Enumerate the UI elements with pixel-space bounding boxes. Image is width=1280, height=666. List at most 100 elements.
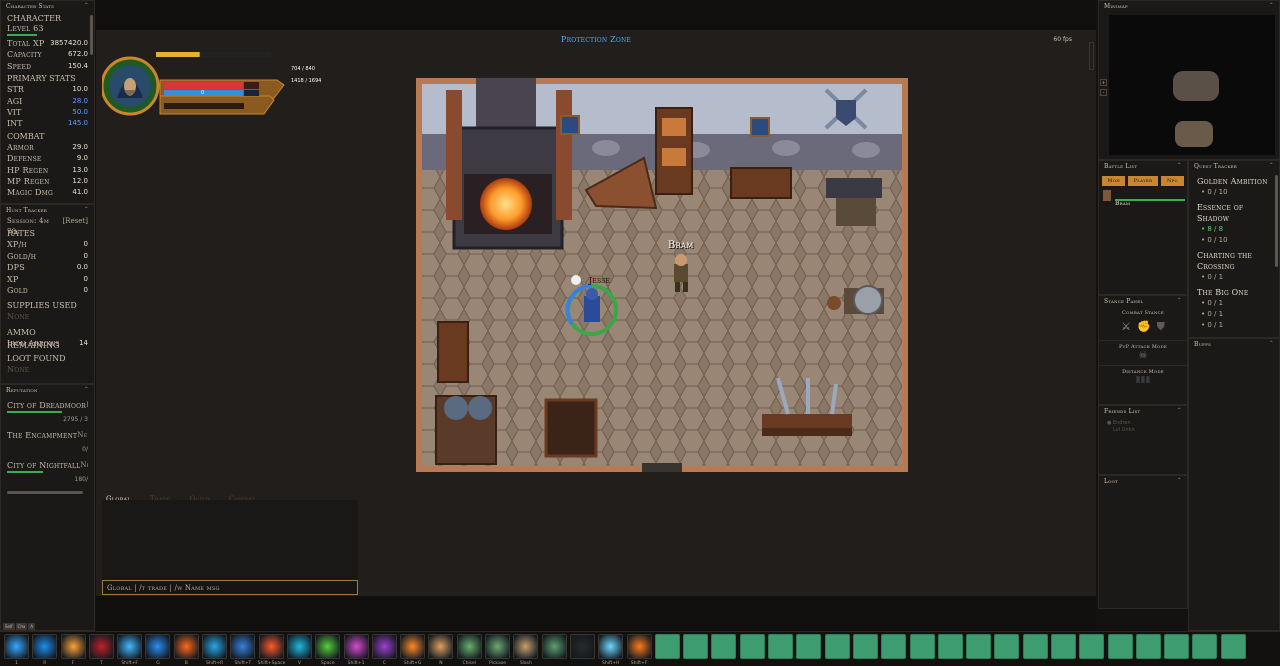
quest-list: Golden Ambition • 0 / 10 Essence of Shadow… xyxy=(1189,172,1279,331)
hotbar-empty-slot[interactable] xyxy=(1079,634,1105,659)
hotbar-skill-slot[interactable] xyxy=(569,634,595,659)
collapse-icon[interactable]: ⌃ xyxy=(84,206,89,213)
game-viewport[interactable]: Protection Zone 60 fps 704 / 840 1418 / … xyxy=(96,30,1096,596)
hp-bar-fill xyxy=(164,82,244,89)
hotbar-skill-slot[interactable]: Shift+H xyxy=(598,634,624,666)
shield-icon[interactable]: ⛊ xyxy=(1157,320,1165,334)
hotbar-skill-slot[interactable]: Shift+F xyxy=(117,634,143,666)
scrollbar[interactable] xyxy=(90,15,93,55)
battle-entry[interactable]: Bram xyxy=(1099,190,1187,207)
friend-name[interactable]: Endren xyxy=(1113,420,1131,426)
quest-title[interactable]: Charting the Crossing xyxy=(1189,246,1279,272)
filter-player-button[interactable]: Player xyxy=(1128,176,1158,186)
faction-entry: City of DreadmoorHono 2795 / 3 xyxy=(1,396,94,426)
collapse-icon[interactable]: ⌃ xyxy=(1177,297,1182,304)
hotbar-empty-slot[interactable] xyxy=(739,634,765,659)
hotbar-empty-slot[interactable] xyxy=(711,634,737,659)
skull-icon[interactable]: ☠ xyxy=(1099,350,1187,361)
hotbar-skill-slot[interactable]: Chisel xyxy=(456,634,482,666)
filter-npc-button[interactable]: Npc xyxy=(1160,176,1184,186)
forge-room-scene[interactable] xyxy=(416,78,908,472)
hotbar-empty-slot[interactable] xyxy=(1135,634,1161,659)
stat-value: 150.4 xyxy=(67,61,88,70)
collapse-icon[interactable]: ⌃ xyxy=(1269,162,1274,169)
faction-value: 2795 / 3 xyxy=(63,416,88,423)
collapse-icon[interactable]: ⌃ xyxy=(84,386,89,393)
filter-monster-button[interactable]: Mon xyxy=(1102,176,1126,186)
hotbar-empty-slot[interactable] xyxy=(909,634,935,659)
faction-progress-bar xyxy=(7,471,43,473)
hotbar-empty-slot[interactable] xyxy=(881,634,907,659)
reset-button[interactable]: [Reset] xyxy=(63,216,88,227)
hotbar-empty-slot[interactable] xyxy=(796,634,822,659)
bottom-tab-self[interactable]: Self xyxy=(3,623,15,630)
hotbar-empty-slot[interactable] xyxy=(824,634,850,659)
xp-text: 0 xyxy=(201,90,205,96)
hotbar-skill-slot[interactable]: F xyxy=(60,634,86,666)
hotbar-skill-slot[interactable]: N xyxy=(428,634,454,666)
fist-icon[interactable]: ✊ xyxy=(1137,320,1151,334)
hotbar-empty-slot[interactable] xyxy=(1192,634,1218,659)
distance-icon[interactable]: ▮▮▮ xyxy=(1099,375,1187,385)
hotbar-skill-slot[interactable]: Slash xyxy=(513,634,539,666)
hotbar-skill-slot[interactable]: Shift+F xyxy=(626,634,652,666)
collapse-icon[interactable]: ⌃ xyxy=(1177,162,1182,169)
hotbar-skill-slot[interactable]: B xyxy=(173,634,199,666)
hotbar-empty-slot[interactable] xyxy=(1022,634,1048,659)
hotbar-empty-slot[interactable] xyxy=(654,634,680,659)
hotbar-skill-slot[interactable]: Shift+1 xyxy=(343,634,369,666)
scrollbar[interactable] xyxy=(1275,175,1278,267)
hotbar-empty-slot[interactable] xyxy=(966,634,992,659)
hotbar-skill-slot[interactable]: Space xyxy=(315,634,341,666)
zoom-out-button[interactable]: - xyxy=(1100,89,1107,96)
hotbar-empty-slot[interactable] xyxy=(1050,634,1076,659)
hotbar-skill-slot[interactable]: R xyxy=(32,634,58,666)
mp-text: 1418 / 1694 xyxy=(291,78,322,84)
hotbar-empty-slot[interactable] xyxy=(1164,634,1190,659)
hotbar-skill-slot[interactable]: G xyxy=(145,634,171,666)
hotkey-label: Slash xyxy=(519,661,532,666)
hotbar-skill-slot[interactable]: V xyxy=(286,634,312,666)
faction-entry: City of NightfallNeut 180/ xyxy=(1,456,94,486)
hotbar-skill-slot[interactable]: 1 xyxy=(4,634,29,666)
hotkey-label: Shift+F xyxy=(121,661,138,666)
collapse-icon[interactable]: ⌃ xyxy=(1269,2,1274,9)
quest-title[interactable]: Essence of Shadow xyxy=(1189,198,1279,224)
hotbar-skill-slot[interactable]: C xyxy=(371,634,397,666)
zoom-in-button[interactable]: + xyxy=(1100,79,1107,86)
bottom-tab-a[interactable]: A xyxy=(28,623,36,630)
stat-row: STR 10.0 xyxy=(1,84,94,95)
quest-title[interactable]: Golden Ambition xyxy=(1189,172,1279,187)
hotbar-skill-slot[interactable]: Shift+Space xyxy=(258,634,285,666)
hotbar-skill-slot[interactable]: Shift+R xyxy=(202,634,228,666)
hotbar-empty-slot[interactable] xyxy=(937,634,963,659)
primary-stats-title: PRIMARY STATS xyxy=(7,74,76,84)
hotbar-empty-slot[interactable] xyxy=(683,634,709,659)
hotbar-empty-slot[interactable] xyxy=(994,634,1020,659)
reputation-panel: Reputation⌃ City of DreadmoorHono 2795 / … xyxy=(0,384,95,631)
quest-title[interactable]: The Big One xyxy=(1189,283,1279,298)
collapse-icon[interactable]: ⌃ xyxy=(1177,407,1182,414)
minimap-canvas[interactable] xyxy=(1109,15,1275,155)
zoom-scrollbar[interactable] xyxy=(1089,42,1094,70)
hotbar-skill-slot[interactable]: Shift+G xyxy=(400,634,426,666)
faction-name: City of Dreadmoor xyxy=(7,401,86,410)
hotbar-skill-slot[interactable] xyxy=(541,634,567,659)
bottom-tab-chat[interactable]: Cha xyxy=(15,623,28,630)
hotbar-empty-slot[interactable] xyxy=(852,634,878,659)
hotbar-empty-slot[interactable] xyxy=(768,634,794,659)
swords-icon[interactable]: ⚔ xyxy=(1121,320,1131,334)
collapse-icon[interactable]: ⌃ xyxy=(1177,477,1182,484)
hotbar-skill-slot[interactable]: Shift+T xyxy=(230,634,256,666)
collapse-icon[interactable]: ⌃ xyxy=(84,2,89,9)
hotbar-skill-slot[interactable]: Pickaxe xyxy=(485,634,511,666)
stat-label: XP/h xyxy=(7,240,27,250)
hotbar-empty-slot[interactable] xyxy=(1107,634,1133,659)
hotbar-skill-slot[interactable]: T xyxy=(88,634,114,666)
chat-input[interactable]: Global | /t trade | /w Name msg xyxy=(102,580,358,595)
hotbar-empty-slot[interactable] xyxy=(1220,634,1246,659)
stat-row: AGI 28.0 xyxy=(1,96,94,107)
horizontal-scrollbar[interactable] xyxy=(7,491,83,494)
hotkey-label: V xyxy=(297,661,302,666)
collapse-icon[interactable]: ⌃ xyxy=(1269,340,1274,347)
